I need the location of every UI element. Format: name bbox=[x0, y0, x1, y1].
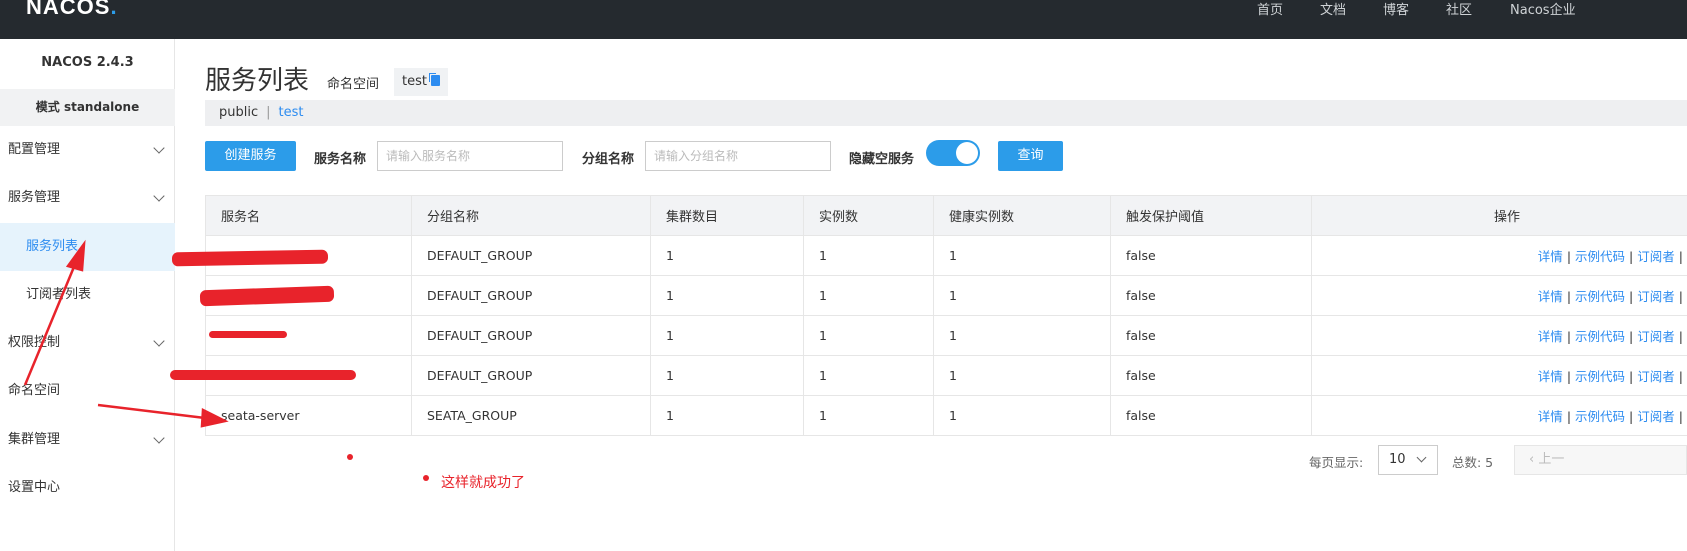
annotation-dot bbox=[423, 475, 429, 481]
arrow-to-seata-server bbox=[97, 403, 206, 420]
chevron-left-icon: ‹ bbox=[1529, 452, 1539, 467]
annotation-text: 这样就成功了 bbox=[441, 475, 525, 491]
prev-page-button[interactable]: ‹ 上一 bbox=[1514, 445, 1687, 475]
per-page-label: 每页显示: bbox=[1309, 455, 1364, 470]
per-page-select[interactable]: 10 bbox=[1378, 445, 1438, 475]
total-count: 总数: 5 bbox=[1452, 455, 1494, 470]
arrow-head bbox=[65, 239, 86, 272]
arrow-head bbox=[200, 408, 229, 428]
prev-page-label: 上一 bbox=[1538, 452, 1565, 467]
chevron-down-icon bbox=[1416, 452, 1427, 463]
per-page-value: 10 bbox=[1389, 452, 1406, 467]
annotation-dot bbox=[347, 454, 353, 460]
arrow-to-service-list bbox=[23, 261, 78, 386]
